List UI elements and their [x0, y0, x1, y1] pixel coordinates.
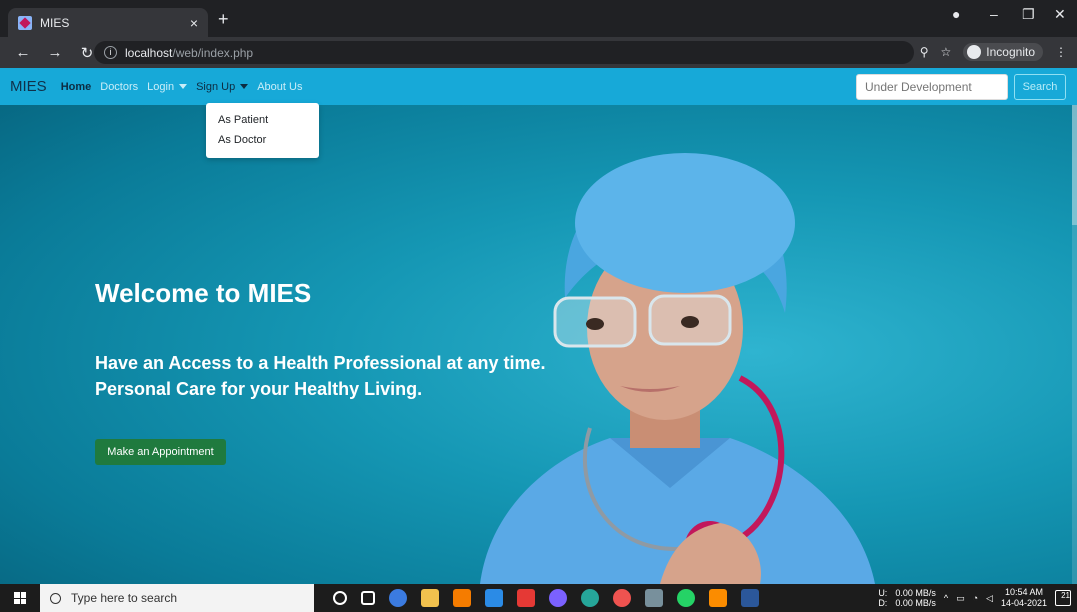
chrome-alt-icon[interactable]: [613, 589, 631, 607]
site-info-icon[interactable]: i: [104, 46, 117, 59]
screen: MIES × + ● – ❐ ✕ ← → ↻ i localhost /web/…: [0, 0, 1077, 612]
nav-doctors[interactable]: Doctors: [100, 81, 138, 93]
taskbar-search-placeholder: Type here to search: [71, 591, 178, 605]
menu-icon[interactable]: ⋮: [1055, 45, 1067, 59]
clock[interactable]: 10:54 AM 14-04-2021: [1001, 587, 1047, 609]
net-up-label: U:: [878, 588, 888, 598]
zoom-icon[interactable]: ⚲: [920, 45, 929, 59]
windows-taskbar: Type here to search U: D: 0.00 MB/s 0.00…: [0, 584, 1077, 612]
net-down: 0.00 MB/s: [895, 598, 936, 608]
nav-home[interactable]: Home: [61, 81, 92, 93]
restore-icon[interactable]: ❐: [1022, 6, 1035, 23]
web-page: MIES Home Doctors Login Sign Up About Us…: [0, 68, 1077, 584]
clock-date: 14-04-2021: [1000, 598, 1047, 608]
vscode-icon[interactable]: [485, 589, 503, 607]
task-view-icon[interactable]: [361, 591, 375, 605]
chevron-down-icon: [179, 84, 188, 89]
bookmark-star-icon[interactable]: ☆: [941, 45, 952, 59]
whatsapp-icon[interactable]: [677, 589, 695, 607]
close-window-icon[interactable]: ✕: [1054, 6, 1066, 23]
cortana-icon[interactable]: [333, 591, 347, 605]
hero-subtitle: Have an Access to a Health Professional …: [95, 350, 546, 402]
volume-icon[interactable]: ◁: [986, 593, 993, 604]
xampp-icon[interactable]: [709, 589, 727, 607]
site-navbar: MIES Home Doctors Login Sign Up About Us…: [0, 68, 1077, 105]
site-favicon-icon: [18, 15, 32, 30]
word-icon[interactable]: [741, 589, 759, 607]
notification-count: 21: [1061, 591, 1070, 600]
taskbar-apps: [326, 584, 766, 612]
windows-start-icon[interactable]: [0, 584, 40, 612]
battery-icon[interactable]: ▭: [956, 593, 965, 604]
make-appointment-button[interactable]: Make an Appointment: [95, 439, 226, 465]
incognito-icon: [967, 45, 982, 59]
signup-dropdown-menu: As Patient As Doctor: [206, 103, 319, 158]
chevron-up-icon[interactable]: ^: [944, 593, 948, 603]
search-button[interactable]: Search: [1014, 74, 1066, 100]
app-icon[interactable]: [581, 589, 599, 607]
notification-center-icon[interactable]: 21: [1055, 590, 1071, 606]
toolbar-right: ⚲ ☆ Incognito ⋮: [920, 43, 1067, 61]
address-bar[interactable]: i localhost /web/index.php: [94, 41, 914, 64]
net-speed: 0.00 MB/s 0.00 MB/s: [895, 588, 936, 608]
browser-tabbar: MIES × + ● – ❐ ✕: [0, 0, 1077, 37]
forward-icon[interactable]: →: [46, 44, 64, 61]
hero-subtitle-line-2: Personal Care for your Healthy Living.: [95, 379, 423, 399]
back-icon[interactable]: ←: [14, 44, 32, 61]
site-brand[interactable]: MIES: [10, 78, 47, 95]
new-tab-button[interactable]: +: [218, 9, 229, 30]
browser-toolbar: ← → ↻ i localhost /web/index.php ⚲ ☆ Inc…: [0, 37, 1077, 68]
nav-signup[interactable]: Sign Up: [196, 80, 249, 93]
incognito-badge[interactable]: Incognito: [963, 43, 1043, 61]
wifi-icon[interactable]: ◔: [973, 593, 978, 603]
tab-close-icon[interactable]: ×: [190, 15, 198, 31]
browser-tab[interactable]: MIES ×: [8, 8, 208, 37]
url-host: localhost: [125, 45, 173, 60]
incognito-label: Incognito: [986, 45, 1035, 59]
dropdown-item-as-doctor[interactable]: As Doctor: [206, 131, 319, 151]
nav-login[interactable]: Login: [147, 80, 188, 93]
nav-about[interactable]: About Us: [257, 81, 302, 93]
hero-title: Welcome to MIES: [95, 278, 312, 308]
taskbar-search[interactable]: Type here to search: [40, 584, 314, 612]
file-explorer-icon[interactable]: [421, 589, 439, 607]
nav-login-label: Login: [147, 80, 175, 93]
nav-signup-label: Sign Up: [196, 80, 236, 93]
app-icon[interactable]: [645, 589, 663, 607]
net-up: 0.00 MB/s: [895, 588, 936, 598]
dropdown-item-as-patient[interactable]: As Patient: [206, 111, 319, 131]
page-scrollbar[interactable]: [1072, 105, 1077, 584]
chevron-down-icon: [240, 84, 249, 89]
chrome-icon[interactable]: [389, 589, 407, 607]
search-input[interactable]: [856, 74, 1008, 100]
profile-icon[interactable]: ●: [952, 6, 960, 22]
clock-time: 10:54 AM: [1004, 587, 1043, 597]
search-icon: [50, 592, 61, 604]
url-path: /web/index.php: [172, 45, 254, 60]
app-icon[interactable]: [517, 589, 535, 607]
net-down-label: D:: [878, 598, 888, 608]
scrollbar-thumb[interactable]: [1072, 105, 1077, 225]
sublime-icon[interactable]: [453, 589, 471, 607]
hero-subtitle-line-1: Have an Access to a Health Professional …: [95, 353, 546, 373]
minimize-icon[interactable]: –: [990, 6, 998, 22]
net-speed-labels: U: D:: [878, 588, 887, 608]
tab-title: MIES: [40, 15, 70, 30]
messenger-icon[interactable]: [549, 589, 567, 607]
system-tray: U: D: 0.00 MB/s 0.00 MB/s ^ ▭ ◔ ◁ 10:54 …: [878, 584, 1047, 612]
